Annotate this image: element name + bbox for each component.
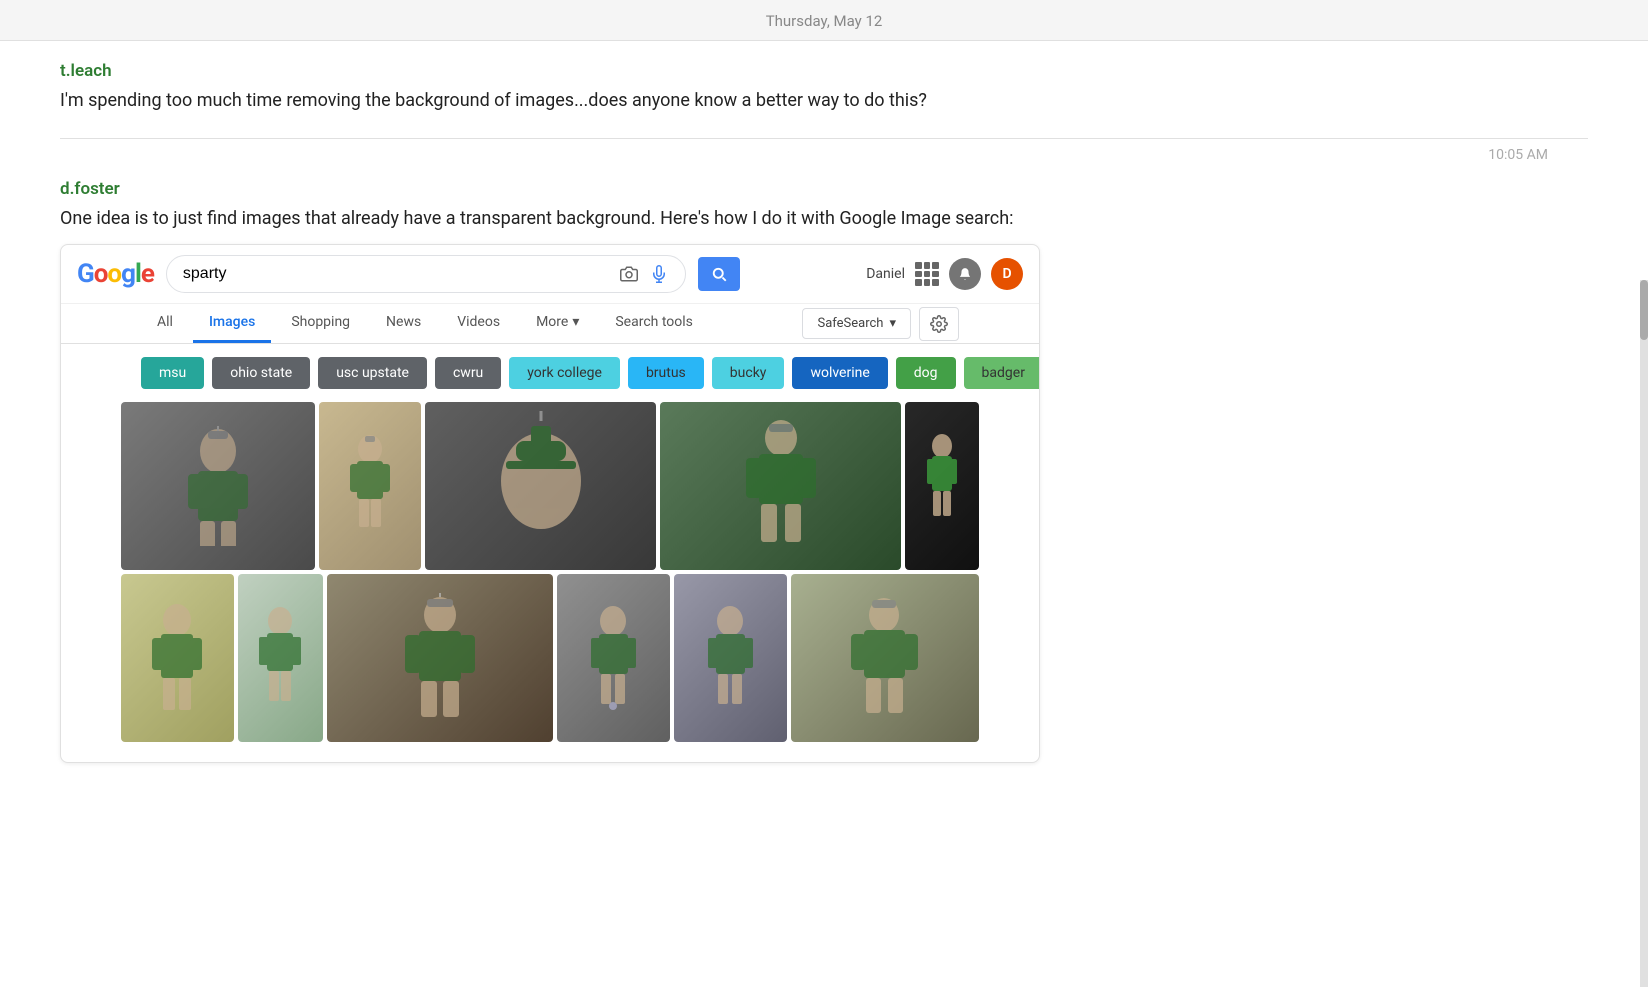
chip-badger[interactable]: badger xyxy=(964,357,1039,389)
google-logo: Google xyxy=(77,259,154,289)
google-nav: All Images Shopping News Videos More ▾ S… xyxy=(61,304,1039,344)
chat-area: t.leach I'm spending too much time remov… xyxy=(0,41,1648,807)
chip-york-college[interactable]: york college xyxy=(509,357,620,389)
image-8[interactable] xyxy=(327,574,553,742)
header-right: Daniel xyxy=(866,258,1023,290)
chip-ohio-state[interactable]: ohio state xyxy=(212,357,310,389)
nav-right: SafeSearch ▾ xyxy=(802,307,959,341)
chip-msu[interactable]: msu xyxy=(141,357,204,389)
chip-wolverine[interactable]: wolverine xyxy=(792,357,887,389)
search-button[interactable] xyxy=(698,257,740,291)
logo-g: G xyxy=(77,259,94,289)
image-11[interactable] xyxy=(791,574,979,742)
image-9[interactable] xyxy=(557,574,670,742)
logo-o1: o xyxy=(94,259,108,289)
safe-search-label: SafeSearch xyxy=(817,316,883,331)
image-3[interactable] xyxy=(425,402,656,570)
safe-search-button[interactable]: SafeSearch ▾ xyxy=(802,308,911,339)
main-container: Thursday, May 12 t.leach I'm spending to… xyxy=(0,0,1648,987)
image-2[interactable] xyxy=(319,402,421,570)
image-6[interactable] xyxy=(121,574,234,742)
chip-brutus[interactable]: brutus xyxy=(628,357,704,389)
apps-grid-icon[interactable] xyxy=(915,262,939,286)
scrollbar[interactable] xyxy=(1640,280,1648,987)
message-block-2: d.foster One idea is to just find images… xyxy=(60,179,1588,763)
camera-icon[interactable] xyxy=(619,264,639,284)
google-header: Google xyxy=(61,245,1039,304)
image-row-1 xyxy=(121,402,979,570)
tab-news[interactable]: News xyxy=(370,304,437,343)
chip-bucky[interactable]: bucky xyxy=(712,357,785,389)
tab-search-tools[interactable]: Search tools xyxy=(599,304,709,343)
logo-o2: o xyxy=(107,259,121,289)
date-bar: Thursday, May 12 xyxy=(0,0,1648,41)
timestamp: 10:05 AM xyxy=(60,147,1588,163)
tab-images[interactable]: Images xyxy=(193,304,271,343)
image-grid xyxy=(61,402,1039,762)
username-tleach: t.leach xyxy=(60,61,1588,81)
settings-button[interactable] xyxy=(919,307,959,341)
safe-search-chevron: ▾ xyxy=(889,316,896,331)
chip-usc-upstate[interactable]: usc upstate xyxy=(318,357,427,389)
message-text-1: I'm spending too much time removing the … xyxy=(60,87,1588,114)
notifications-icon[interactable] xyxy=(949,258,981,290)
search-bar xyxy=(166,255,686,293)
image-row-2 xyxy=(121,574,979,742)
date-text: Thursday, May 12 xyxy=(766,12,883,30)
image-1[interactable] xyxy=(121,402,315,570)
username-dfoster: d.foster xyxy=(60,179,1588,199)
tab-more[interactable]: More ▾ xyxy=(520,304,595,343)
image-7[interactable] xyxy=(238,574,323,742)
tab-shopping[interactable]: Shopping xyxy=(275,304,366,343)
filter-chips: msu ohio state usc upstate cwru york col… xyxy=(61,344,1039,402)
image-4[interactable] xyxy=(660,402,901,570)
logo-e: e xyxy=(141,259,154,289)
search-input[interactable] xyxy=(183,265,609,283)
message-block-1: t.leach I'm spending too much time remov… xyxy=(60,61,1588,114)
chevron-down-icon: ▾ xyxy=(572,314,579,330)
message-text-2: One idea is to just find images that alr… xyxy=(60,205,1588,232)
scrollbar-thumb[interactable] xyxy=(1640,280,1648,340)
logo-g2: g xyxy=(121,259,135,289)
user-name: Daniel xyxy=(866,266,905,282)
mic-icon[interactable] xyxy=(649,264,669,284)
image-5[interactable] xyxy=(905,402,979,570)
tab-videos[interactable]: Videos xyxy=(441,304,516,343)
chip-dog[interactable]: dog xyxy=(896,357,956,389)
divider-1 xyxy=(60,138,1588,139)
tab-all[interactable]: All xyxy=(141,304,189,343)
google-embed: Google xyxy=(60,244,1040,763)
avatar[interactable]: D xyxy=(991,258,1023,290)
chip-cwru[interactable]: cwru xyxy=(435,357,501,389)
image-10[interactable] xyxy=(674,574,787,742)
